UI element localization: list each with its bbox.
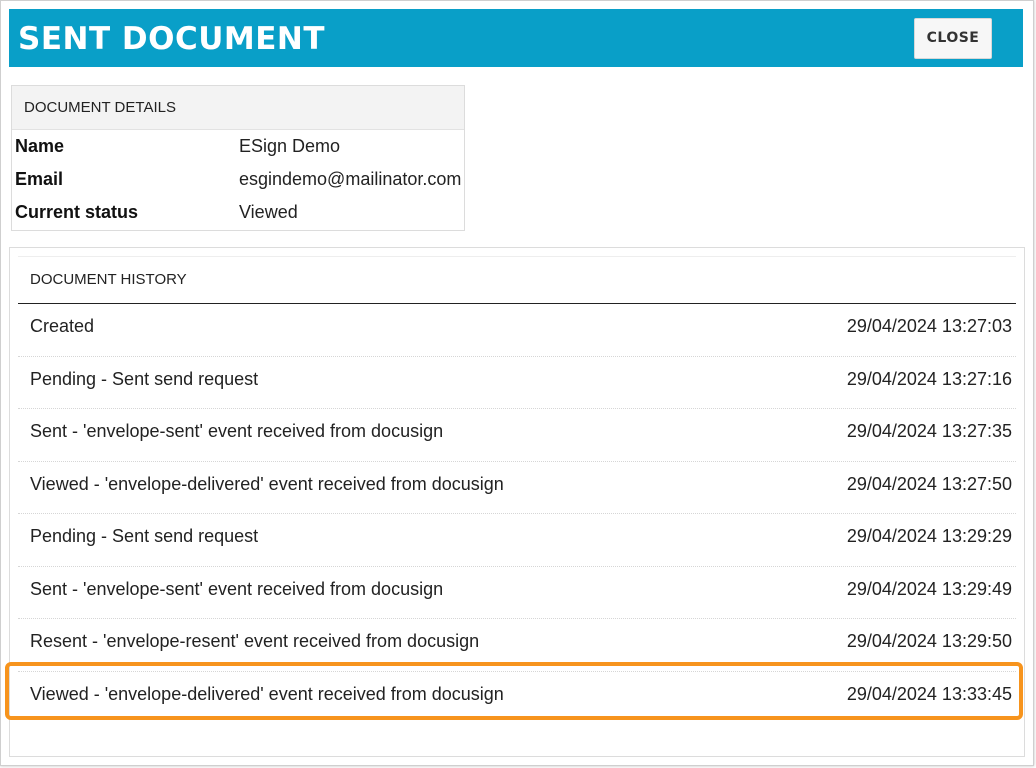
history-description: Pending - Sent send request [30, 368, 259, 389]
dialog-title: SENT DOCUMENT [18, 21, 326, 57]
history-row: Viewed - 'envelope-delivered' event rece… [18, 462, 1016, 514]
history-description: Resent - 'envelope-resent' event receive… [30, 631, 480, 651]
detail-value: esgindemo@mailinator.com [239, 169, 462, 189]
history-timestamp: 29/04/2024 13:27:16 [846, 368, 1012, 389]
history-row: Created 29/04/2024 13:27:03 [18, 304, 1016, 357]
history-description: Viewed - 'envelope-delivered' event rece… [30, 683, 504, 704]
detail-row-email: Email esgindemo@mailinator.com [12, 163, 464, 196]
history-timestamp: 29/04/2024 13:27:35 [846, 421, 1012, 441]
detail-row-name: Name ESign Demo [12, 130, 464, 163]
dialog-header: SENT DOCUMENT CLOSE [9, 9, 1023, 67]
history-table: DOCUMENT HISTORY Created 29/04/2024 13:2… [18, 256, 1016, 724]
history-row: Viewed - 'envelope-delivered' event rece… [18, 672, 1016, 725]
document-history-panel: DOCUMENT HISTORY Created 29/04/2024 13:2… [9, 247, 1025, 757]
history-row: Pending - Sent send request 29/04/2024 1… [18, 514, 1016, 567]
close-button[interactable]: CLOSE [914, 18, 992, 59]
document-details-panel: DOCUMENT DETAILS Name ESign Demo Email e… [11, 85, 465, 231]
history-description: Created [30, 316, 95, 336]
history-row: Sent - 'envelope-sent' event received fr… [18, 409, 1016, 462]
detail-label: Email [15, 169, 64, 189]
dialog-window: SENT DOCUMENT CLOSE DOCUMENT DETAILS Nam… [0, 0, 1034, 766]
history-row: Pending - Sent send request 29/04/2024 1… [18, 357, 1016, 409]
history-row: Resent - 'envelope-resent' event receive… [18, 619, 1016, 672]
history-timestamp: 29/04/2024 13:27:03 [846, 316, 1012, 336]
history-timestamp: 29/04/2024 13:29:49 [846, 578, 1012, 599]
document-history-heading: DOCUMENT HISTORY [18, 256, 1016, 304]
detail-value: ESign Demo [239, 136, 341, 156]
history-timestamp: 29/04/2024 13:27:50 [846, 473, 1012, 494]
history-description: Pending - Sent send request [30, 526, 259, 546]
history-description: Sent - 'envelope-sent' event received fr… [30, 578, 444, 599]
document-details-heading: DOCUMENT DETAILS [12, 86, 464, 130]
history-timestamp: 29/04/2024 13:29:50 [846, 631, 1012, 651]
history-timestamp: 29/04/2024 13:29:29 [846, 526, 1012, 546]
detail-label: Current status [15, 202, 139, 222]
detail-value: Viewed [239, 202, 298, 222]
detail-label: Name [15, 136, 65, 156]
history-timestamp: 29/04/2024 13:33:45 [846, 683, 1012, 704]
history-row: Sent - 'envelope-sent' event received fr… [18, 567, 1016, 619]
history-description: Viewed - 'envelope-delivered' event rece… [30, 473, 504, 494]
history-description: Sent - 'envelope-sent' event received fr… [30, 421, 444, 441]
detail-row-status: Current status Viewed [12, 196, 464, 229]
